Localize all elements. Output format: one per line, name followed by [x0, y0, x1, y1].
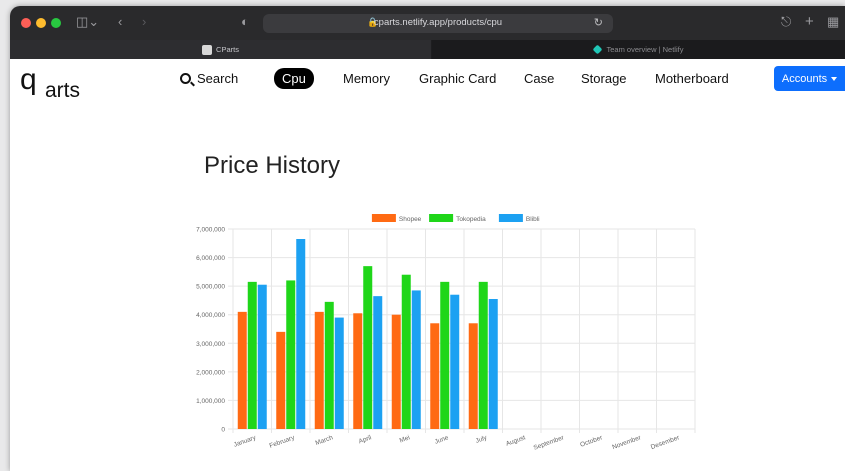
bar-tokopedia — [478, 281, 488, 429]
bar-shopee — [391, 314, 401, 429]
nav-item-memory[interactable]: Memory — [343, 71, 390, 86]
x-tick-label: February — [269, 434, 297, 450]
bar-shopee — [237, 311, 247, 429]
bar-tokopedia — [363, 266, 373, 429]
x-tick-label: October — [579, 434, 604, 449]
bar-blibli — [411, 290, 421, 429]
legend-swatch-blibli — [498, 214, 523, 222]
tab-label: Team overview | Netlify — [606, 45, 684, 54]
bar-blibli — [296, 239, 306, 429]
logo-q: q — [20, 63, 37, 96]
url-text: cparts.netlify.app/products/cpu — [373, 17, 503, 28]
legend-swatch-shopee — [371, 214, 396, 222]
legend-swatch-tokopedia — [429, 214, 454, 222]
tab-bar: CParts Team overview | Netlify — [10, 40, 845, 59]
bar-shopee — [468, 323, 478, 429]
nav-item-cpu[interactable]: Cpu — [274, 68, 314, 89]
y-tick-label: 7,000,000 — [196, 227, 225, 234]
tab-netlify[interactable]: Team overview | Netlify — [432, 40, 845, 59]
caret-down-icon — [831, 76, 838, 81]
privacy-shield-icon[interactable]: ◐ — [241, 14, 249, 30]
bar-blibli — [450, 294, 460, 429]
legend-label-blibli: Blibli — [526, 216, 540, 223]
x-tick-label: January — [233, 434, 258, 449]
x-tick-label: November — [611, 434, 642, 451]
tab-label: CParts — [216, 45, 239, 54]
browser-titlebar: ◫⌄ ‹ › ◐ 🔒 cparts.netlify.app/products/c… — [10, 6, 845, 40]
tab-overview-icon[interactable]: ▦ — [827, 14, 839, 30]
legend-label-shopee: Shopee — [399, 216, 422, 223]
bar-tokopedia — [324, 301, 334, 429]
nav-search[interactable]: Search — [180, 71, 238, 86]
forward-icon[interactable]: › — [142, 14, 146, 30]
tab-cparts[interactable]: CParts — [10, 40, 431, 59]
new-tab-icon[interactable]: + — [805, 14, 814, 30]
address-bar[interactable]: 🔒 cparts.netlify.app/products/cpu ↻ — [263, 14, 613, 33]
accounts-label: Accounts — [781, 72, 828, 85]
site-logo[interactable]: q arts — [20, 63, 90, 103]
bar-shopee — [353, 313, 363, 429]
x-tick-label: August — [505, 434, 527, 448]
reload-icon[interactable]: ↻ — [594, 16, 603, 29]
x-tick-label: September — [533, 434, 566, 452]
bar-blibli — [334, 317, 344, 429]
share-icon[interactable]: ⎋ — [781, 14, 791, 30]
bar-blibli — [488, 299, 498, 429]
page-content: q arts Search Cpu Memory Graphic Card Ca… — [10, 59, 845, 471]
bar-shopee — [430, 323, 440, 429]
y-tick-label: 4,000,000 — [196, 312, 225, 319]
close-window-button[interactable] — [21, 18, 31, 28]
browser-window: ◫⌄ ‹ › ◐ 🔒 cparts.netlify.app/products/c… — [10, 6, 845, 471]
bar-tokopedia — [401, 274, 411, 429]
x-tick-label: June — [434, 434, 450, 446]
y-tick-label: 0 — [221, 427, 225, 434]
bar-tokopedia — [440, 281, 450, 429]
bar-tokopedia — [286, 280, 296, 429]
nav-search-label: Search — [197, 71, 239, 86]
bar-blibli — [257, 284, 267, 429]
x-tick-label: Mei — [399, 434, 411, 444]
zoom-window-button[interactable] — [51, 18, 61, 28]
x-tick-label: March — [315, 434, 335, 447]
x-tick-label: Desember — [650, 434, 681, 451]
nav-item-case[interactable]: Case — [524, 71, 554, 86]
x-tick-label: July — [475, 434, 489, 445]
bar-blibli — [373, 296, 383, 429]
price-history-chart: 0 1,000,000 2,000,000 3,000,000 4,000,000 5,0… — [196, 214, 696, 452]
bar-shopee — [276, 331, 286, 429]
x-tick-label: April — [358, 434, 373, 445]
nav-item-storage[interactable]: Storage — [581, 71, 627, 86]
y-tick-label: 6,000,000 — [196, 255, 225, 262]
y-tick-label: 2,000,000 — [196, 369, 225, 376]
legend-label-tokopedia: Tokopedia — [456, 216, 486, 223]
bar-tokopedia — [247, 281, 257, 429]
y-tick-label: 5,000,000 — [196, 284, 225, 291]
bar-shopee — [314, 311, 324, 429]
back-icon[interactable]: ‹ — [118, 14, 122, 30]
cparts-favicon-icon — [202, 44, 213, 55]
nav-item-motherboard[interactable]: Motherboard — [655, 71, 729, 86]
page-title: Price History — [204, 152, 341, 179]
netlify-favicon-icon — [592, 44, 602, 55]
y-tick-label: 3,000,000 — [196, 341, 225, 348]
search-icon — [180, 73, 191, 84]
logo-arts: arts — [45, 79, 81, 102]
minimize-window-button[interactable] — [36, 18, 46, 28]
accounts-dropdown-button[interactable]: Accounts — [774, 66, 845, 91]
y-tick-label: 1,000,000 — [196, 398, 225, 405]
nav-item-graphic-card[interactable]: Graphic Card — [419, 71, 496, 86]
sidebar-icon[interactable]: ◫⌄ — [76, 14, 99, 30]
